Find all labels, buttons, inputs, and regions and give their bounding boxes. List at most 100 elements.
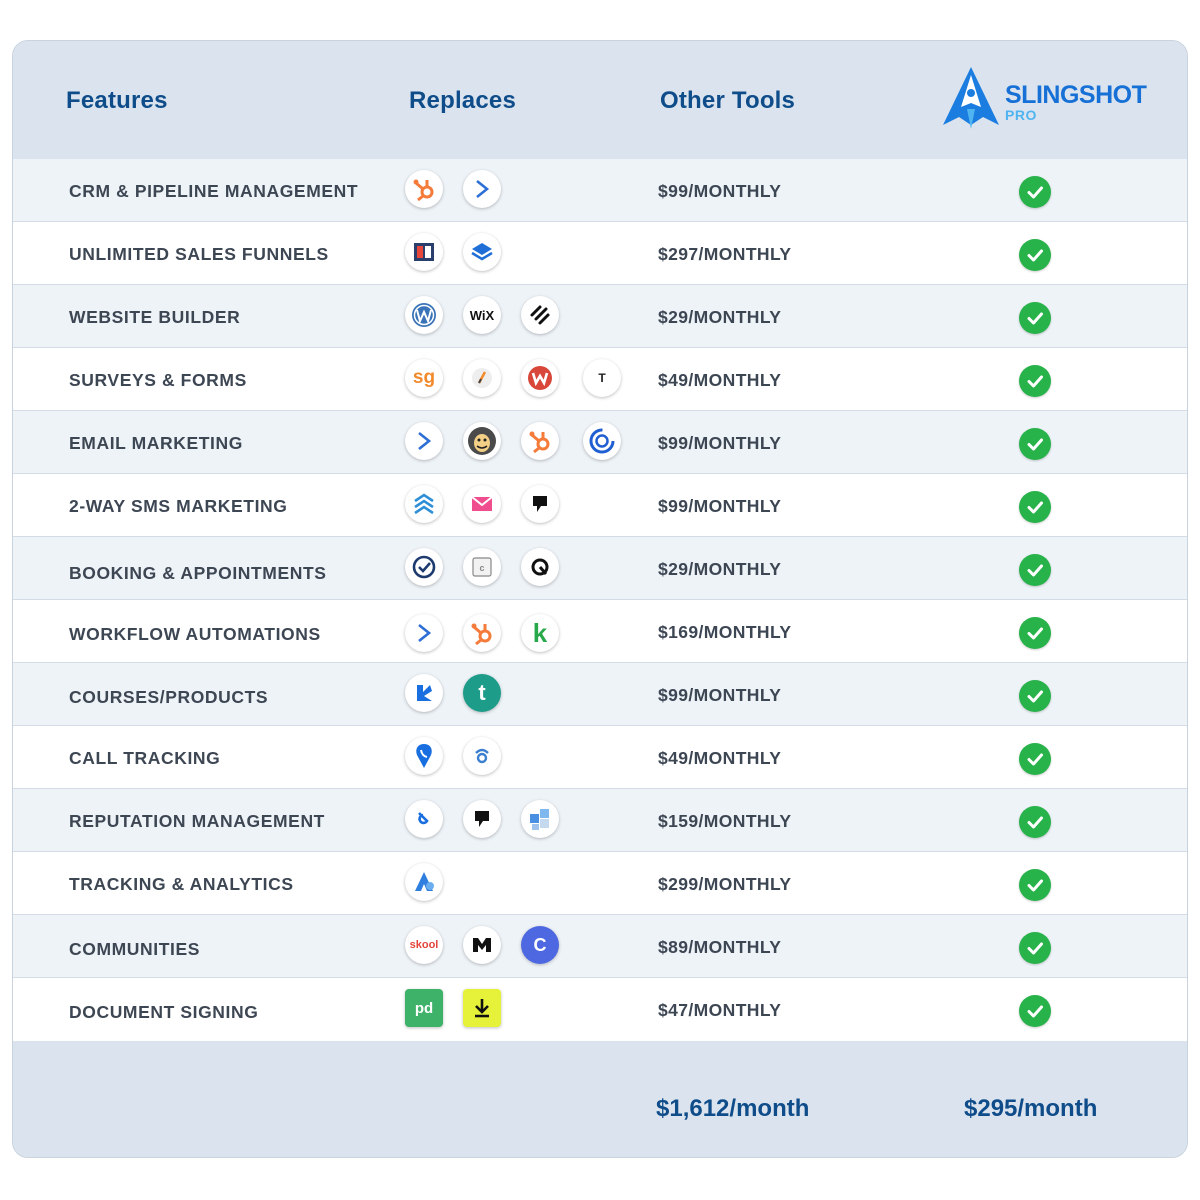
hubspot-icon bbox=[405, 170, 443, 208]
feature-label: WORKFLOW AUTOMATIONS bbox=[69, 624, 321, 644]
other-tools-price: $49/MONTHLY bbox=[658, 748, 782, 768]
wordpress-icon bbox=[405, 296, 443, 334]
activecampaign-icon bbox=[405, 422, 443, 460]
table-row: EMAIL MARKETING $99/MONTHLY bbox=[13, 411, 1187, 474]
check-icon bbox=[1019, 302, 1051, 334]
kajabi-icon bbox=[405, 674, 443, 712]
feature-label: 2-WAY SMS MARKETING bbox=[69, 496, 288, 516]
other-tools-price: $297/MONTHLY bbox=[658, 244, 792, 264]
typeform-icon: T bbox=[583, 359, 621, 397]
other-tools-price: $99/MONTHLY bbox=[658, 685, 782, 705]
check-icon bbox=[1019, 806, 1051, 838]
mailchimp-icon bbox=[463, 422, 501, 460]
table-row: COURSES/PRODUCTS t $99/MONTHLY bbox=[13, 663, 1187, 726]
keap-icon: k bbox=[521, 614, 559, 652]
other-tools-price: $29/MONTHLY bbox=[658, 559, 782, 579]
rocket-logo-icon bbox=[943, 67, 999, 129]
check-icon bbox=[1019, 428, 1051, 460]
puzzle-icon bbox=[521, 800, 559, 838]
other-tools-price: $99/MONTHLY bbox=[658, 181, 782, 201]
brand-name: SLINGSHOT bbox=[1005, 81, 1147, 109]
feature-label: COURSES/PRODUCTS bbox=[69, 687, 269, 707]
feature-label: TRACKING & ANALYTICS bbox=[69, 874, 294, 894]
other-tools-price: $89/MONTHLY bbox=[658, 937, 782, 957]
wix-icon: WiX bbox=[463, 296, 501, 334]
constantcontact-icon bbox=[583, 422, 621, 460]
other-tools-price: $99/MONTHLY bbox=[658, 433, 782, 453]
activecampaign-icon bbox=[405, 614, 443, 652]
hubspot-icon bbox=[521, 422, 559, 460]
check-icon bbox=[1019, 932, 1051, 964]
feature-label: UNLIMITED SALES FUNNELS bbox=[69, 244, 329, 264]
comparison-table: Features Replaces Other Tools SLINGSHOT … bbox=[12, 40, 1188, 1158]
jotform-icon bbox=[463, 359, 501, 397]
table-row: WORKFLOW AUTOMATIONS k $169/MONTHLY bbox=[13, 600, 1187, 663]
check-icon bbox=[1019, 554, 1051, 586]
download-icon bbox=[463, 989, 501, 1027]
feature-label: CALL TRACKING bbox=[69, 748, 221, 768]
birdeye-icon bbox=[405, 800, 443, 838]
circle-icon: C bbox=[521, 926, 559, 964]
check-icon bbox=[1019, 680, 1051, 712]
skool-icon: skool bbox=[405, 926, 443, 964]
calendly-icon bbox=[405, 548, 443, 586]
table-row: WEBSITE BUILDER WiX $29/MONTHLY bbox=[13, 285, 1187, 348]
other-tools-price: $29/MONTHLY bbox=[658, 307, 782, 327]
feature-label: COMMUNITIES bbox=[69, 939, 201, 959]
feature-label: EMAIL MARKETING bbox=[69, 433, 243, 453]
clickfunnels-icon bbox=[405, 233, 443, 271]
table-row: DOCUMENT SIGNING pd $47/MONTHLY bbox=[13, 978, 1187, 1041]
other-tools-price: $47/MONTHLY bbox=[658, 1000, 782, 1020]
other-tools-heading: Other Tools bbox=[660, 87, 796, 114]
table-row: SURVEYS & FORMS sg T $49/MONTHLY bbox=[13, 348, 1187, 411]
envelope-icon bbox=[463, 485, 501, 523]
check-icon bbox=[1019, 995, 1051, 1027]
svg-text:c: c bbox=[479, 563, 484, 573]
check-icon bbox=[1019, 176, 1051, 208]
table-row: BOOKING & APPOINTMENTS c $29/MONTHLY bbox=[13, 537, 1187, 600]
feature-label: CRM & PIPELINE MANAGEMENT bbox=[69, 181, 359, 201]
squarespace-icon bbox=[521, 296, 559, 334]
check-icon bbox=[1019, 869, 1051, 901]
check-icon bbox=[1019, 491, 1051, 523]
slingshot-total: $295/month bbox=[964, 1095, 1098, 1122]
other-tools-price: $169/MONTHLY bbox=[658, 622, 792, 642]
table-header: Features Replaces Other Tools SLINGSHOT … bbox=[13, 41, 1187, 159]
check-icon bbox=[1019, 743, 1051, 775]
callrail-icon bbox=[405, 737, 443, 775]
surveygizmo-icon: sg bbox=[405, 359, 443, 397]
check-icon bbox=[1019, 239, 1051, 271]
layers-icon bbox=[463, 233, 501, 271]
podium-icon bbox=[521, 485, 559, 523]
hubspot-icon bbox=[463, 614, 501, 652]
feature-label: DOCUMENT SIGNING bbox=[69, 1002, 259, 1022]
feature-label: REPUTATION MANAGEMENT bbox=[69, 811, 325, 831]
calendar-icon: c bbox=[463, 548, 501, 586]
table-row: TRACKING & ANALYTICS $299/MONTHLY bbox=[13, 852, 1187, 915]
table-row: UNLIMITED SALES FUNNELS $297/MONTHLY bbox=[13, 222, 1187, 285]
replaces-heading: Replaces bbox=[409, 87, 516, 114]
feature-label: BOOKING & APPOINTMENTS bbox=[69, 563, 327, 583]
brand-sub: PRO bbox=[1005, 107, 1037, 123]
other-tools-price: $99/MONTHLY bbox=[658, 496, 782, 516]
podium-icon bbox=[463, 800, 501, 838]
analytics-icon bbox=[405, 863, 443, 901]
check-icon bbox=[1019, 365, 1051, 397]
table-row: COMMUNITIES skool C $89/MONTHLY bbox=[13, 915, 1187, 978]
mighty-icon bbox=[463, 926, 501, 964]
other-tools-price: $159/MONTHLY bbox=[658, 811, 792, 831]
features-heading: Features bbox=[66, 87, 168, 114]
feature-label: WEBSITE BUILDER bbox=[69, 307, 241, 327]
pandadoc-icon: pd bbox=[405, 989, 443, 1027]
table-row: CALL TRACKING $49/MONTHLY bbox=[13, 726, 1187, 789]
other-tools-price: $299/MONTHLY bbox=[658, 874, 792, 894]
signal-icon bbox=[463, 737, 501, 775]
chevrons-icon bbox=[405, 485, 443, 523]
other-tools-price: $49/MONTHLY bbox=[658, 370, 782, 390]
check-icon bbox=[1019, 617, 1051, 649]
table-footer: $1,612/month $295/month bbox=[13, 1053, 1187, 1157]
feature-rows: CRM & PIPELINE MANAGEMENT $99/MONTHLY UN… bbox=[13, 159, 1187, 1041]
teachable-icon: t bbox=[463, 674, 501, 712]
table-row: 2-WAY SMS MARKETING $99/MONTHLY bbox=[13, 474, 1187, 537]
wufoo-icon bbox=[521, 359, 559, 397]
